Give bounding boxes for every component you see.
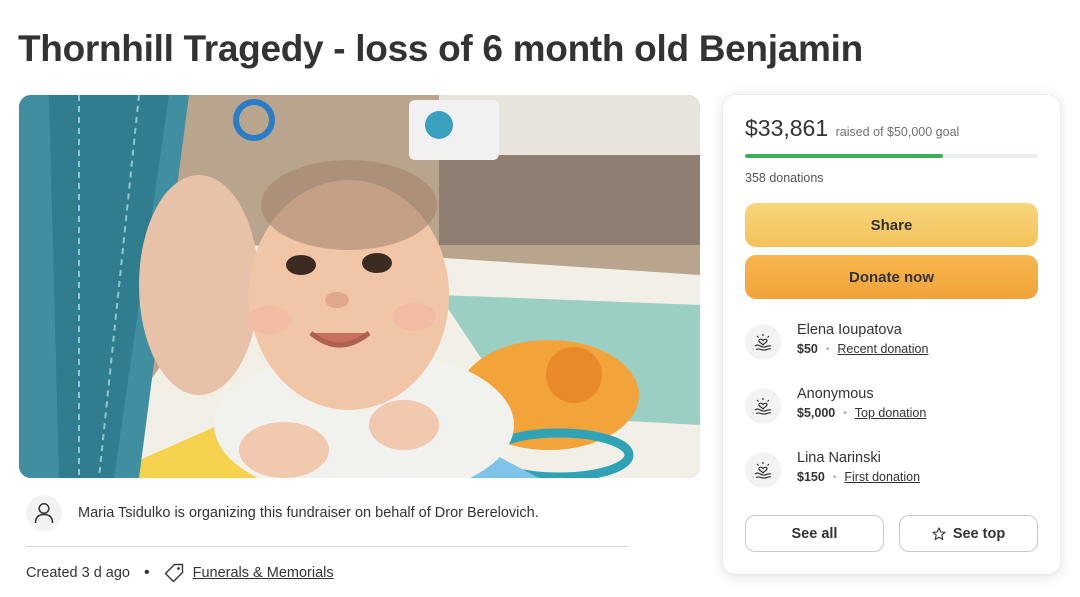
donor-item: Lina Narinski $150 • First donation <box>745 449 1038 493</box>
raised-goal: raised of $50,000 goal <box>835 125 960 139</box>
progress-fill <box>745 154 944 158</box>
donor-amount: $50 <box>797 342 818 356</box>
donor-separator: • <box>843 407 847 419</box>
donor-amount: $150 <box>797 470 825 484</box>
donor-separator: • <box>832 471 837 483</box>
top-donation-link[interactable]: Top donation <box>855 406 927 420</box>
donation-hand-heart-icon <box>745 324 781 360</box>
page-title: Thornhill Tragedy - loss of 6 month old … <box>18 28 863 69</box>
donor-name: Lina Narinski <box>797 450 881 466</box>
raised-amount: $33,861 <box>745 115 829 141</box>
share-button[interactable]: Share <box>745 203 1038 247</box>
created-date: Created 3 d ago <box>26 565 130 581</box>
see-all-button[interactable]: See all <box>745 515 884 552</box>
see-top-button[interactable]: See top <box>899 515 1038 552</box>
divider <box>26 546 629 547</box>
category-link[interactable]: Funerals & Memorials <box>193 565 334 581</box>
star-icon <box>932 526 946 541</box>
donor-separator: • <box>825 343 830 355</box>
organizer-row: Maria Tsidulko is organizing this fundra… <box>26 494 629 532</box>
campaign-photo[interactable] <box>19 95 700 478</box>
tag-icon <box>164 563 184 583</box>
donation-hand-heart-icon <box>745 452 781 488</box>
meta-separator: • <box>144 564 150 581</box>
progress-bar <box>745 154 1038 158</box>
baby-photo-image <box>19 95 700 478</box>
organizer-text: Maria Tsidulko is organizing this fundra… <box>78 505 539 521</box>
meta-row: Created 3 d ago • Funerals & Memorials <box>26 560 334 586</box>
see-top-label: See top <box>952 525 1006 542</box>
donate-now-button[interactable]: Donate now <box>745 255 1038 299</box>
donation-count: 358 donations <box>745 171 824 185</box>
donation-hand-heart-icon <box>745 388 781 424</box>
donor-item: Anonymous $5,000 • Top donation <box>745 385 1038 429</box>
donor-name: Elena Ioupatova <box>797 322 902 338</box>
first-donation-link[interactable]: First donation <box>844 470 920 484</box>
donor-name: Anonymous <box>797 386 874 402</box>
raised-summary: $33,861 raised of $50,000 goal <box>745 115 959 142</box>
donor-amount: $5,000 <box>797 406 836 420</box>
donation-card: $33,861 raised of $50,000 goal 358 donat… <box>723 95 1060 574</box>
person-icon <box>26 495 62 531</box>
donor-item: Elena Ioupatova $50 • Recent donation <box>745 321 1038 365</box>
recent-donation-link[interactable]: Recent donation <box>837 342 928 356</box>
